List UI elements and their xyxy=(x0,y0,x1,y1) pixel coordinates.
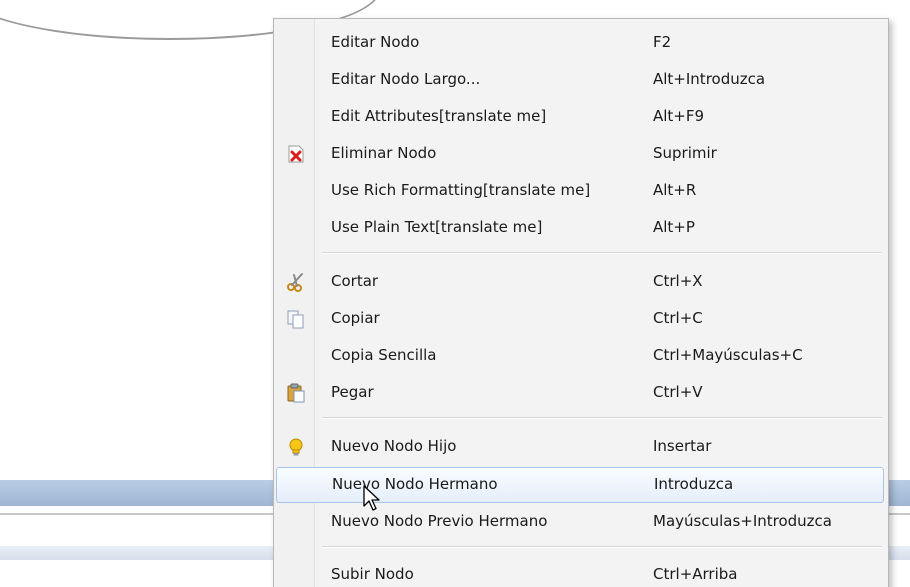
menu-item-shortcut: F2 xyxy=(653,33,672,51)
menu-item-nuevo-nodo-hijo[interactable]: Nuevo Nodo Hijo Insertar xyxy=(276,429,884,465)
menu-item-shortcut: Mayúsculas+Introduzca xyxy=(653,512,832,530)
menu-item-cortar[interactable]: Cortar Ctrl+X xyxy=(276,264,884,300)
menu-item-shortcut: Ctrl+Mayúsculas+C xyxy=(653,346,803,364)
menu-item-shortcut: Ctrl+Arriba xyxy=(653,565,738,583)
mouse-pointer-icon xyxy=(362,485,382,513)
menu-item-shortcut: Introduzca xyxy=(654,475,734,493)
menu-item-label: Copiar xyxy=(331,309,380,327)
menu-item-edit-attributes[interactable]: Edit Attributes[translate me] Alt+F9 xyxy=(276,99,884,135)
menu-item-label: Editar Nodo Largo... xyxy=(331,70,481,88)
menu-item-label: Cortar xyxy=(331,272,379,290)
menu-item-shortcut: Alt+F9 xyxy=(653,107,705,125)
menu-separator xyxy=(322,252,882,254)
menu-item-shortcut: Ctrl+C xyxy=(653,309,703,327)
scissors-icon xyxy=(286,272,306,292)
menu-item-shortcut: Ctrl+X xyxy=(653,272,703,290)
menu-item-editar-nodo-largo[interactable]: Editar Nodo Largo... Alt+Introduzca xyxy=(276,62,884,98)
menu-item-label: Use Plain Text[translate me] xyxy=(331,218,543,236)
menu-item-label: Subir Nodo xyxy=(331,565,414,583)
menu-item-subir-nodo[interactable]: Subir Nodo Ctrl+Arriba xyxy=(276,557,884,587)
menu-item-shortcut: Alt+P xyxy=(653,218,695,236)
menu-item-use-plain-text[interactable]: Use Plain Text[translate me] Alt+P xyxy=(276,210,884,246)
menu-item-label: Copia Sencilla xyxy=(331,346,437,364)
menu-item-shortcut: Alt+R xyxy=(653,181,697,199)
menu-item-shortcut: Insertar xyxy=(653,437,712,455)
menu-item-copia-sencilla[interactable]: Copia Sencilla Ctrl+Mayúsculas+C xyxy=(276,338,884,374)
paste-icon xyxy=(286,383,306,403)
menu-item-shortcut: Ctrl+V xyxy=(653,383,703,401)
menu-item-shortcut: Alt+Introduzca xyxy=(653,70,766,88)
menu-item-editar-nodo[interactable]: Editar Nodo F2 xyxy=(276,25,884,61)
menu-item-copiar[interactable]: Copiar Ctrl+C xyxy=(276,301,884,337)
copy-icon xyxy=(286,309,306,329)
menu-item-label: Eliminar Nodo xyxy=(331,144,437,162)
delete-icon xyxy=(286,144,306,164)
menu-item-pegar[interactable]: Pegar Ctrl+V xyxy=(276,375,884,411)
application-window: Editar Nodo F2 Editar Nodo Largo... Alt+… xyxy=(0,0,910,587)
menu-item-label: Nuevo Nodo Hijo xyxy=(331,437,457,455)
menu-item-label: Edit Attributes[translate me] xyxy=(331,107,547,125)
menu-item-use-rich-formatting[interactable]: Use Rich Formatting[translate me] Alt+R xyxy=(276,173,884,209)
menu-separator xyxy=(322,546,882,548)
menu-item-label: Nuevo Nodo Previo Hermano xyxy=(331,512,548,530)
lightbulb-icon xyxy=(286,437,306,457)
menu-separator xyxy=(322,417,882,419)
menu-item-label: Editar Nodo xyxy=(331,33,420,51)
menu-item-label: Nuevo Nodo Hermano xyxy=(332,475,498,493)
menu-item-label: Use Rich Formatting[translate me] xyxy=(331,181,591,199)
menu-item-eliminar-nodo[interactable]: Eliminar Nodo Suprimir xyxy=(276,136,884,172)
menu-item-label: Pegar xyxy=(331,383,374,401)
menu-item-shortcut: Suprimir xyxy=(653,144,717,162)
